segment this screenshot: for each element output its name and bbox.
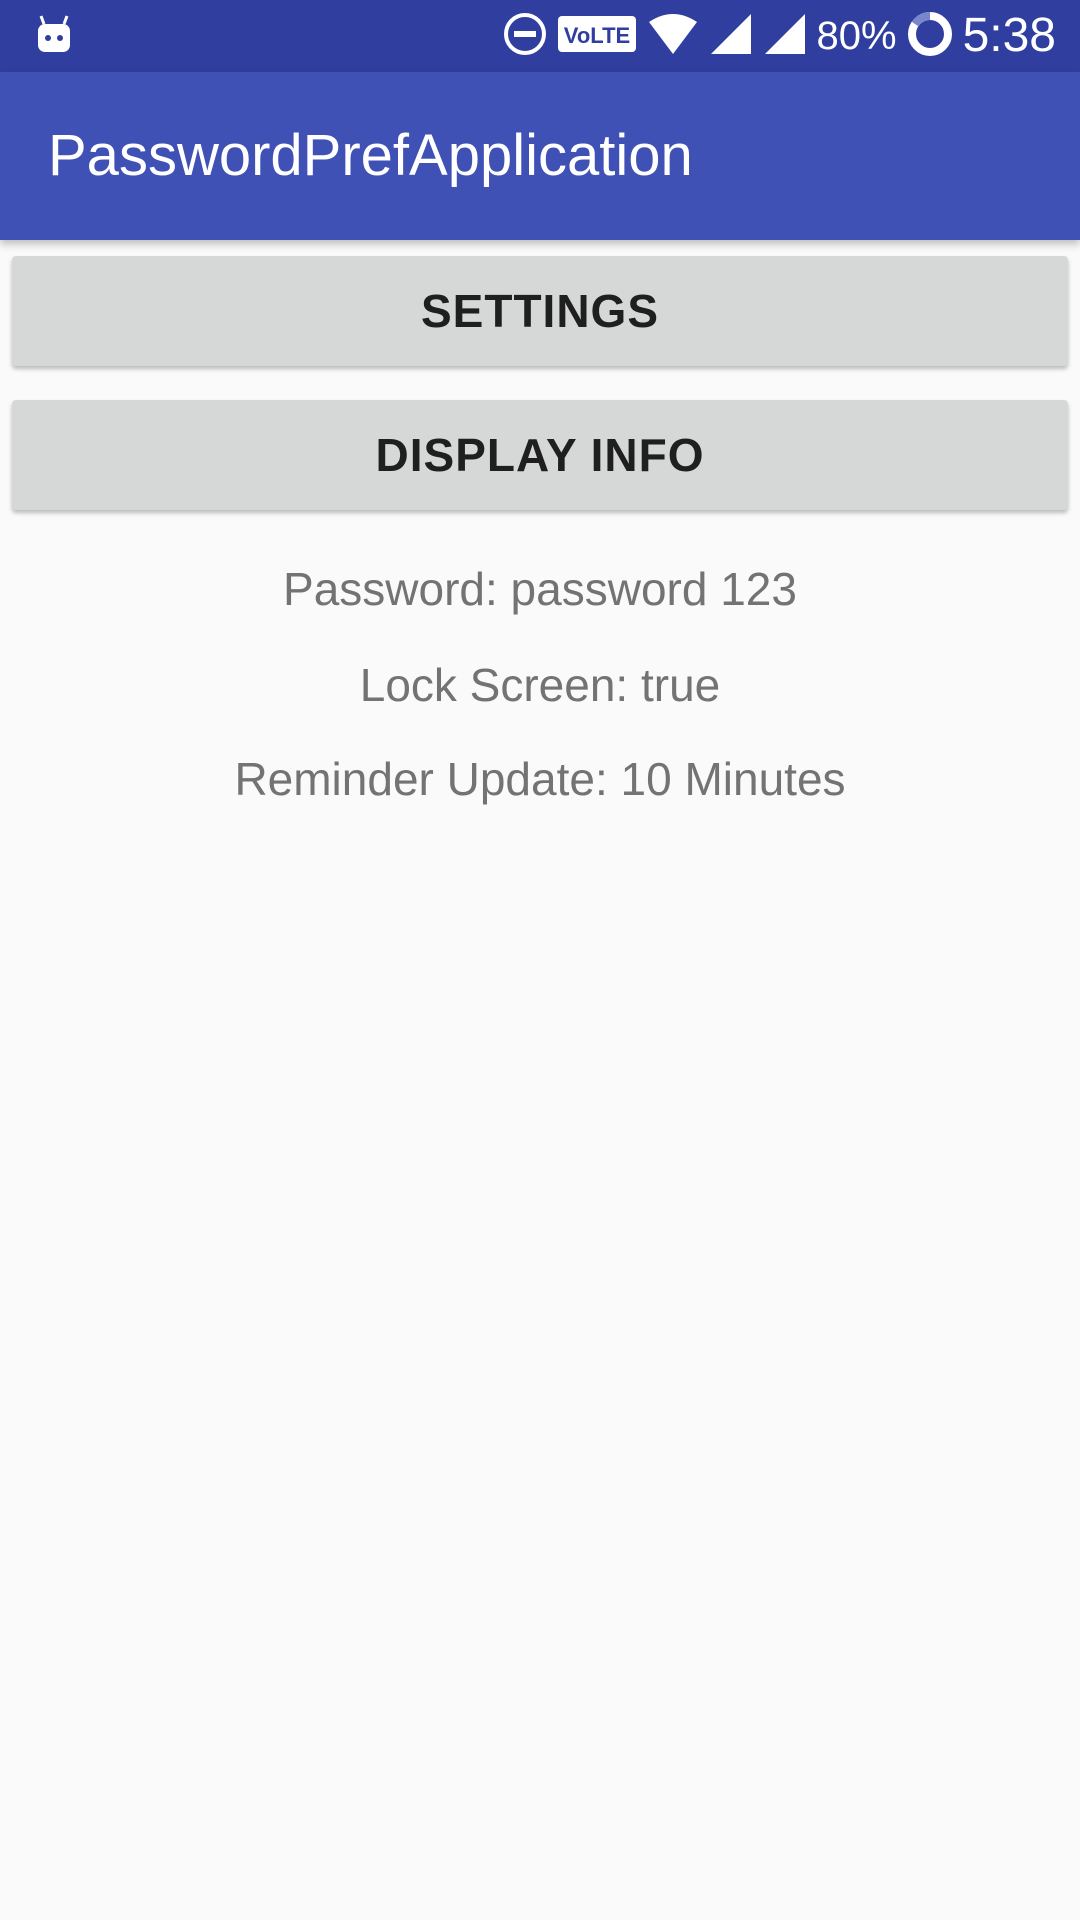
status-icons: VoLTE 80% 5:38 <box>503 0 1056 72</box>
reminder-update-text: Reminder Update: 10 Minutes <box>234 753 846 805</box>
settings-button[interactable]: SETTINGS <box>12 256 1068 366</box>
battery-saver-icon <box>907 11 953 62</box>
app-bar: PasswordPrefApplication <box>0 72 1080 240</box>
battery-percent: 80% <box>816 14 897 58</box>
app-title: PasswordPrefApplication <box>48 123 693 188</box>
lock-screen-text: Lock Screen: true <box>359 659 721 711</box>
signal-icon <box>709 12 753 61</box>
signal-icon-2 <box>763 12 807 61</box>
volte-icon: VoLTE <box>557 14 637 59</box>
clock: 5:38 <box>962 9 1056 62</box>
status-bar: VoLTE 80% 5:38 <box>0 0 1080 72</box>
android-notification-icon <box>36 14 72 54</box>
svg-text:VoLTE: VoLTE <box>563 23 629 48</box>
wifi-icon <box>647 12 699 61</box>
do-not-disturb-icon <box>503 12 547 61</box>
password-text: Password: password 123 <box>283 563 797 615</box>
display-info-button[interactable]: DISPLAY INFO <box>12 400 1068 510</box>
